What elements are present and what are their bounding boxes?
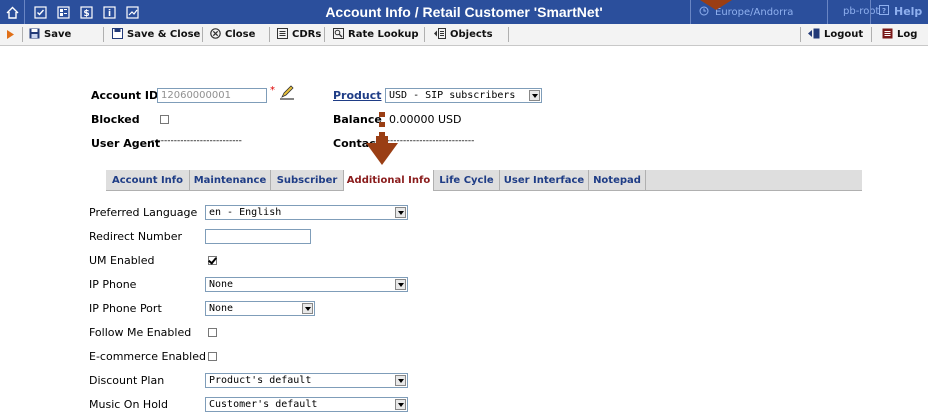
account-id-field[interactable]: 12060000001 xyxy=(157,88,267,103)
follow-me-checkbox[interactable] xyxy=(208,328,217,337)
tab-notepad[interactable]: Notepad xyxy=(589,170,646,190)
music-on-hold-label: Music On Hold xyxy=(89,398,168,411)
edit-pencil-icon[interactable] xyxy=(279,84,295,103)
tab-life-cycle[interactable]: Life Cycle xyxy=(434,170,500,190)
disk-icon xyxy=(29,28,40,42)
disk-close-icon xyxy=(112,27,123,42)
rate-lookup-button[interactable]: Rate Lookup xyxy=(333,24,419,45)
user-agent-value: ---------------------------- xyxy=(151,136,242,146)
log-button[interactable]: Log xyxy=(882,24,917,45)
annotation-arrow-stem xyxy=(376,136,388,146)
tab-subscriber[interactable]: Subscriber xyxy=(271,170,344,190)
discount-plan-label: Discount Plan xyxy=(89,374,165,387)
cdrs-button[interactable]: CDRs xyxy=(277,24,321,45)
redirect-number-label: Redirect Number xyxy=(89,230,183,243)
toolbar: Save Save & Close Close CDRs Rate Lookup… xyxy=(0,24,928,46)
preferred-language-label: Preferred Language xyxy=(89,206,198,219)
chevron-down-icon xyxy=(395,375,406,386)
discount-plan-select[interactable]: Product's default xyxy=(205,373,408,388)
objects-button[interactable]: Objects xyxy=(433,24,493,45)
annotation-dash xyxy=(379,112,385,117)
blocked-label: Blocked xyxy=(91,113,140,126)
lookup-icon xyxy=(333,27,344,42)
follow-me-label: Follow Me Enabled xyxy=(89,326,192,339)
list-icon xyxy=(277,27,288,42)
account-id-label: Account ID xyxy=(91,89,159,102)
save-close-button[interactable]: Save & Close xyxy=(112,24,200,45)
required-mark: * xyxy=(270,85,275,96)
preferred-language-select[interactable]: en - English xyxy=(205,205,408,220)
close-icon xyxy=(210,27,221,42)
tab-bar: Account Info Maintenance Subscriber Addi… xyxy=(106,170,862,191)
log-icon xyxy=(882,28,893,42)
music-on-hold-select[interactable]: Customer's default xyxy=(205,397,408,412)
redirect-number-input[interactable] xyxy=(205,229,311,244)
balance-value: 0.00000 USD xyxy=(389,113,462,126)
annotation-arrow-head xyxy=(366,143,398,165)
annotation-arrow-top xyxy=(700,0,732,10)
tab-user-interface[interactable]: User Interface xyxy=(500,170,589,190)
chevron-down-icon xyxy=(395,207,406,218)
logout-button[interactable]: Logout xyxy=(808,24,863,45)
expand-arrow-icon[interactable] xyxy=(7,24,14,45)
ip-phone-port-select[interactable]: None xyxy=(205,301,315,316)
product-link[interactable]: Product xyxy=(333,89,382,102)
save-button[interactable]: Save xyxy=(29,24,71,45)
ip-phone-port-label: IP Phone Port xyxy=(89,302,162,315)
ecommerce-label: E-commerce Enabled xyxy=(89,350,206,363)
chevron-down-icon xyxy=(529,90,540,101)
user-name[interactable]: pb-root xyxy=(843,6,879,17)
content-area: Account ID 12060000001 * Product USD - S… xyxy=(0,46,928,420)
tab-account-info[interactable]: Account Info xyxy=(106,170,190,190)
blocked-checkbox[interactable] xyxy=(160,115,169,124)
chevron-down-icon xyxy=(395,279,406,290)
ecommerce-checkbox[interactable] xyxy=(208,352,217,361)
title-bar: $ i Account Info / Retail Customer 'Smar… xyxy=(0,0,928,24)
ip-phone-select[interactable]: None xyxy=(205,277,408,292)
tab-additional-info[interactable]: Additional Info xyxy=(344,170,434,191)
close-button[interactable]: Close xyxy=(210,24,255,45)
product-select[interactable]: USD - SIP subscribers xyxy=(385,88,542,103)
chevron-down-icon xyxy=(302,303,313,314)
balance-label: Balance xyxy=(333,113,382,126)
svg-text:?: ? xyxy=(882,7,886,15)
objects-icon xyxy=(433,27,446,42)
help-link[interactable]: ? Help xyxy=(879,5,922,18)
um-enabled-checkbox[interactable] xyxy=(208,256,217,265)
ip-phone-label: IP Phone xyxy=(89,278,137,291)
help-label: Help xyxy=(894,5,923,18)
user-agent-label: User Agent xyxy=(91,137,161,150)
tab-maintenance[interactable]: Maintenance xyxy=(190,170,271,190)
um-enabled-label: UM Enabled xyxy=(89,254,155,267)
annotation-dash xyxy=(379,122,385,127)
logout-icon xyxy=(808,28,820,42)
help-icon: ? xyxy=(879,5,889,18)
chevron-down-icon xyxy=(395,399,406,410)
